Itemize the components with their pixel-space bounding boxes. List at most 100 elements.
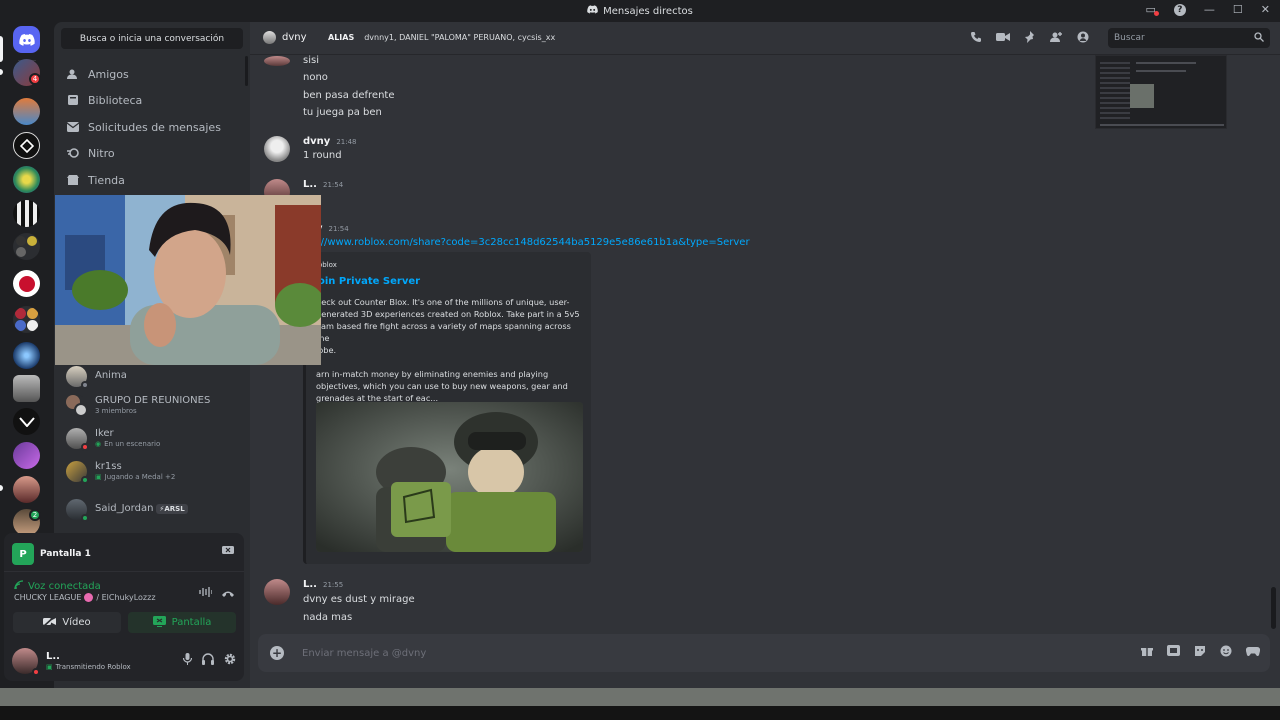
find-conversation-button[interactable]: Busca o inicia una conversación [61, 28, 243, 49]
attach-plus-icon[interactable]: + [270, 646, 284, 660]
nav-library[interactable]: Biblioteca [62, 88, 242, 112]
server-icon-10[interactable] [13, 442, 40, 469]
settings-gear-icon[interactable] [224, 653, 236, 668]
headphones-icon[interactable] [202, 653, 214, 668]
dm-item-said-jordan[interactable]: Said_Jordan ⚡ARSL [62, 494, 242, 524]
embed-image[interactable] [316, 402, 583, 552]
selected-indicator [0, 36, 3, 62]
clan-tag: ⚡ARSL [156, 504, 188, 514]
server-folder-2[interactable] [13, 306, 40, 333]
stop-stream-icon[interactable] [222, 546, 234, 559]
nav-nitro[interactable]: Nitro [62, 141, 242, 165]
voice-call-icon[interactable] [970, 31, 982, 46]
group-avatar [66, 394, 88, 417]
embed-title[interactable]: oin Private Server [318, 276, 420, 287]
message-text: nono [303, 72, 328, 83]
gift-icon[interactable] [1141, 645, 1153, 660]
webcam-overlay[interactable] [55, 195, 321, 365]
message-header: L.. 21:55 [303, 579, 344, 590]
dm-item-kr1ss[interactable]: kr1ss ▣ Jugando a Medal +2 [62, 456, 242, 486]
mail-icon [67, 121, 79, 133]
nav-message-requests[interactable]: Solicitudes de mensajes [62, 115, 242, 139]
nav-friends[interactable]: Amigos [62, 62, 242, 86]
message-text: nada mas [303, 612, 353, 623]
message-text: tu juega pa ben [303, 107, 382, 118]
video-button[interactable]: Vídeo [13, 612, 121, 633]
message-text: dvny es dust y mirage [303, 594, 415, 605]
desktop-strip [0, 688, 1280, 720]
message-text: 1 round [303, 150, 342, 161]
voice-channel[interactable]: CHUCKY LEAGUE / ElChukyLozzz [14, 593, 156, 602]
screen-share-button[interactable]: Pantalla [128, 612, 236, 633]
message-avatar[interactable] [264, 579, 290, 605]
chat-scrollbar[interactable] [1271, 587, 1276, 629]
nav-shop[interactable]: Tienda [62, 168, 242, 192]
minimize-button[interactable]: — [1204, 3, 1215, 16]
discord-icon [587, 5, 598, 17]
help-icon[interactable]: ? [1173, 3, 1186, 16]
streaming-icon: ▣ [46, 662, 53, 671]
screen-share-preview[interactable] [1095, 55, 1227, 129]
activity-gamepad-icon[interactable] [1245, 645, 1261, 660]
sidebar-scrollbar[interactable] [245, 56, 248, 86]
voice-status[interactable]: Voz conectada [14, 580, 101, 593]
add-friends-to-dm-icon[interactable] [1050, 31, 1063, 46]
server-icon-6[interactable] [13, 270, 40, 297]
library-icon [67, 94, 79, 106]
stream-preview[interactable]: P Pantalla 1 [12, 543, 91, 565]
friends-icon [67, 68, 79, 80]
server-icon-4[interactable] [13, 166, 40, 193]
search-box[interactable]: Buscar [1108, 28, 1270, 48]
disconnect-icon[interactable] [222, 588, 234, 601]
chat-area: dvny ALIAS dvnny1, DANIEL "PALOMA" PERUA… [250, 22, 1280, 688]
gif-icon[interactable] [1167, 645, 1180, 660]
dm-item-anima[interactable]: Anima [62, 361, 242, 391]
title-bar: Mensajes directos ▭ ? — ☐ ✕ [0, 0, 1280, 22]
user-profile-icon[interactable] [1077, 31, 1089, 46]
close-button[interactable]: ✕ [1261, 3, 1270, 16]
message-avatar[interactable] [264, 56, 290, 66]
stage-icon: ◉ [95, 439, 102, 448]
soundboard-icon[interactable] [199, 587, 213, 600]
avatar [263, 31, 276, 44]
server-folder[interactable] [13, 233, 40, 260]
message-text: sisi [303, 55, 319, 66]
dm-recipient[interactable]: dvny [263, 31, 307, 44]
server-icon-5[interactable] [13, 200, 40, 227]
home-button[interactable] [13, 26, 40, 53]
signal-icon [14, 580, 24, 593]
voice-panel: P Pantalla 1 Voz conectada CHUCKY LEAGUE… [4, 533, 244, 681]
microphone-icon[interactable] [182, 653, 193, 668]
search-icon [1254, 31, 1264, 45]
message-header: dvny 21:48 [303, 136, 357, 147]
server-icon-11[interactable] [13, 476, 40, 503]
screen-share-icon: P [12, 543, 34, 565]
chat-header: dvny ALIAS dvnny1, DANIEL "PALOMA" PERUA… [250, 22, 1280, 55]
server-icon-2[interactable] [13, 98, 40, 125]
emoji-icon[interactable] [1220, 645, 1232, 660]
nitro-icon [67, 147, 79, 159]
user-avatar [12, 648, 40, 676]
server-icon-8[interactable] [13, 375, 40, 402]
dm-item-iker[interactable]: Iker ◉ En un escenario [62, 423, 242, 453]
roblox-link[interactable]: s://www.roblox.com/share?code=3c28cc148d… [312, 237, 750, 248]
pin-icon[interactable] [1024, 31, 1036, 46]
inbox-icon[interactable]: ▭ [1146, 3, 1159, 16]
screen-share-icon [152, 615, 166, 630]
sticker-icon[interactable] [1194, 645, 1206, 660]
alias-info: ALIAS dvnny1, DANIEL "PALOMA" PERUANO, c… [328, 33, 556, 42]
message-text: ben pasa defrente [303, 90, 395, 101]
message-avatar[interactable] [264, 136, 290, 162]
video-call-icon[interactable] [996, 31, 1010, 46]
server-icon-7[interactable] [13, 342, 40, 369]
maximize-button[interactable]: ☐ [1233, 3, 1243, 16]
game-icon: ▣ [95, 472, 102, 481]
shop-icon [67, 174, 79, 186]
avatar [66, 460, 89, 484]
server-icon-3[interactable] [13, 132, 40, 159]
dm-item-grupo-de-reuniones[interactable]: GRUPO DE REUNIONES 3 miembros [62, 390, 242, 420]
server-icon-9[interactable] [13, 408, 40, 435]
embed-description: heck out Counter Blox. It's one of the m… [316, 297, 580, 403]
message-input[interactable] [302, 644, 1102, 662]
avatar [66, 498, 89, 522]
